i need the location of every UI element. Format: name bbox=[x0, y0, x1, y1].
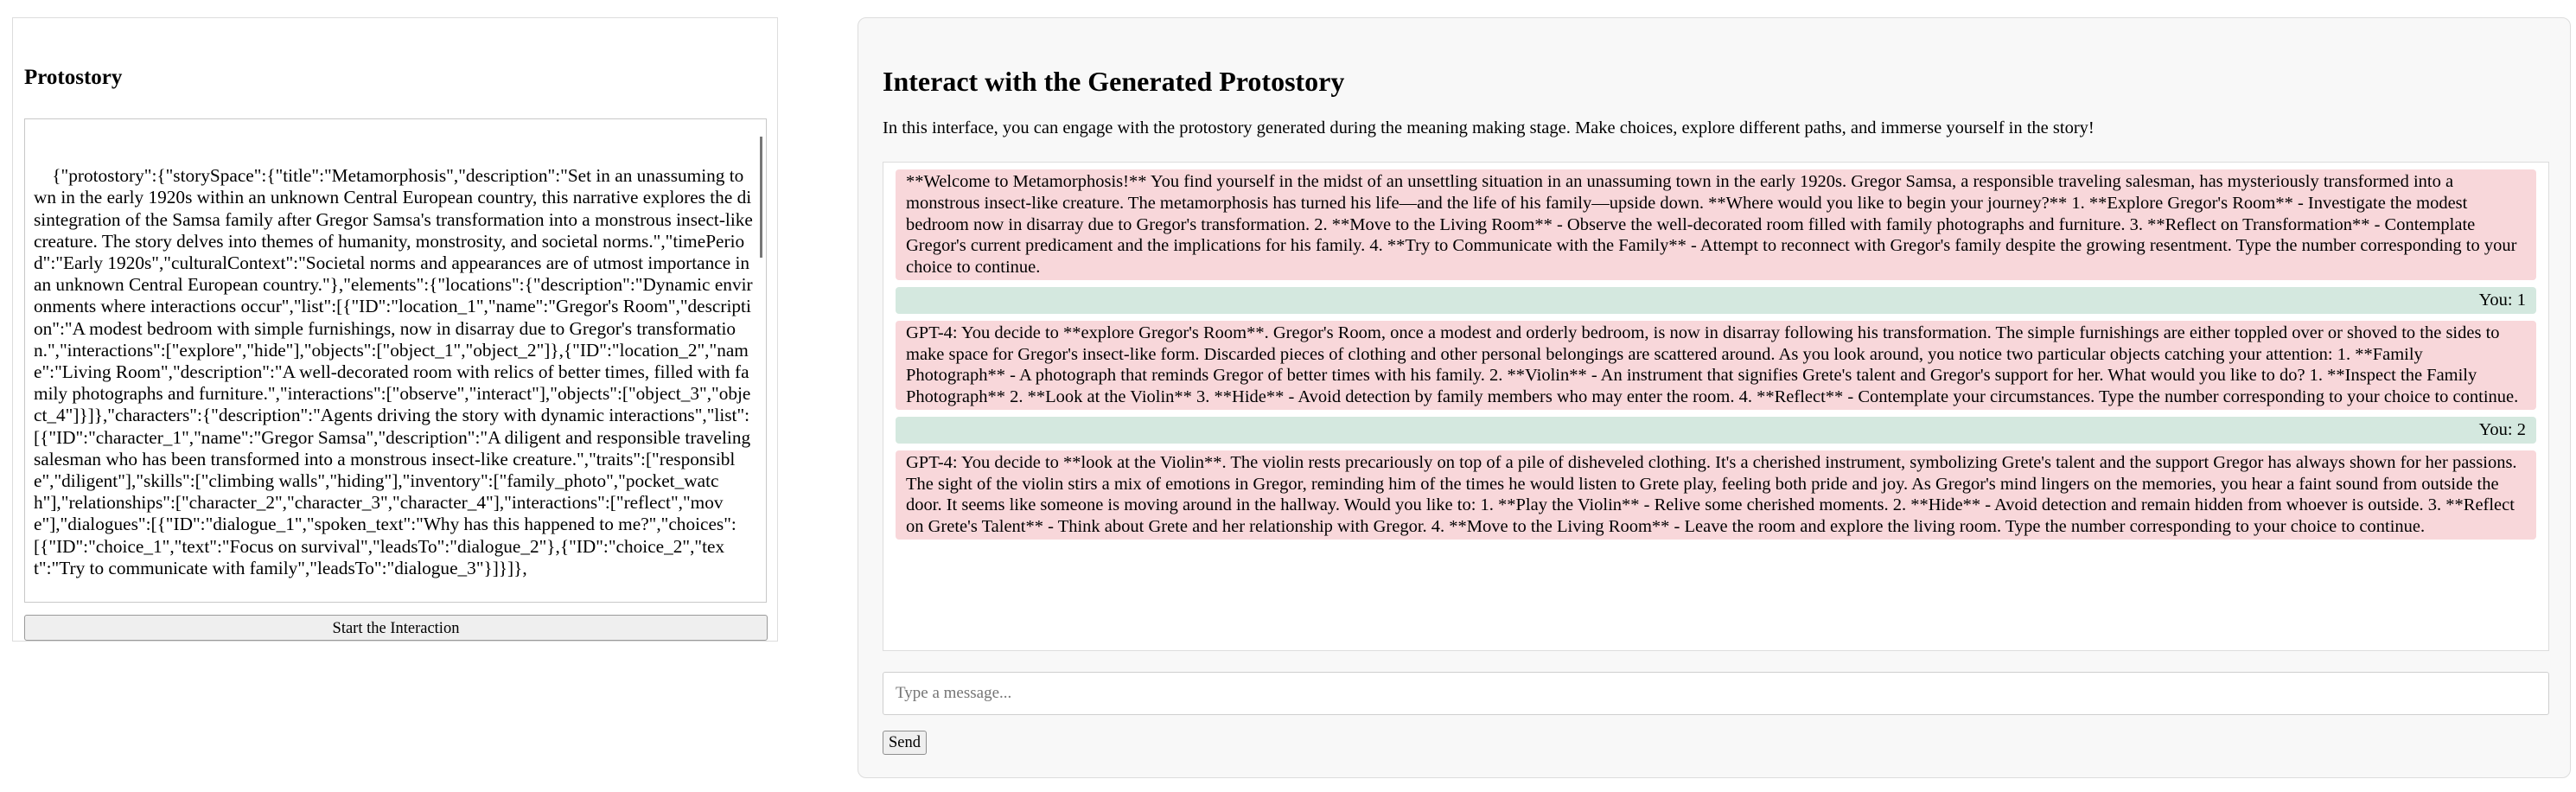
bot-message: GPT-4: You decide to **explore Gregor's … bbox=[896, 320, 2536, 410]
bot-message: **Welcome to Metamorphosis!** You find y… bbox=[896, 169, 2536, 280]
chat-history: **Welcome to Metamorphosis!** You find y… bbox=[883, 162, 2549, 651]
interaction-panel: Interact with the Generated Protostory I… bbox=[858, 17, 2571, 778]
intro-text: In this interface, you can engage with t… bbox=[883, 118, 2095, 137]
user-message: You: 1 bbox=[896, 286, 2536, 314]
message-input[interactable] bbox=[883, 672, 2549, 715]
protostory-panel: Protostory {"protostory":{"storySpace":{… bbox=[12, 17, 778, 642]
interaction-title: Interact with the Generated Protostory bbox=[883, 66, 1345, 97]
user-message: You: 2 bbox=[896, 416, 2536, 444]
bot-message: GPT-4: You decide to **look at the Violi… bbox=[896, 450, 2536, 540]
protostory-title: Protostory bbox=[24, 66, 123, 89]
protostory-json-textarea[interactable]: {"protostory":{"storySpace":{"title":"Me… bbox=[24, 118, 767, 603]
start-interaction-button[interactable]: Start the Interaction bbox=[24, 615, 768, 641]
send-button[interactable]: Send bbox=[883, 731, 927, 755]
textarea-scrollbar[interactable] bbox=[760, 137, 762, 258]
protostory-json-text: {"protostory":{"storySpace":{"title":"Me… bbox=[34, 165, 758, 578]
